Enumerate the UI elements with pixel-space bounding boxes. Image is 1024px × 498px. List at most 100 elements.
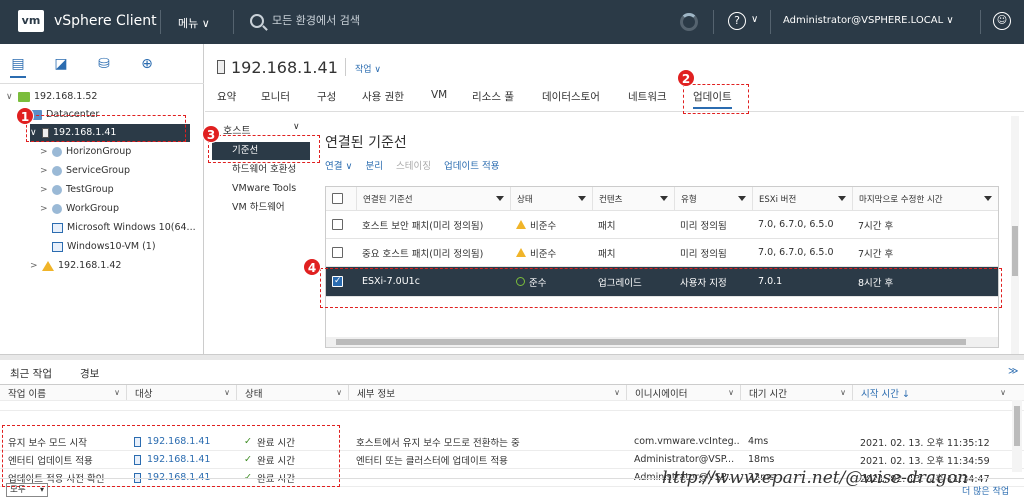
collapse-icon[interactable]: ≫ <box>1008 366 1018 377</box>
column-header[interactable]: 시작 시간 ↓ ∨ <box>852 385 1012 400</box>
column-header[interactable]: 유형 <box>674 187 752 210</box>
detach-button[interactable]: 분리 <box>366 161 383 172</box>
column-header[interactable]: 상태 <box>510 187 592 210</box>
column-header[interactable]: 작업 이름 ∨ <box>0 385 126 400</box>
filter-icon[interactable] <box>578 196 586 201</box>
tree-item-label: Windows10-VM (1) <box>67 241 156 252</box>
chevron-down-icon[interactable]: ∨ <box>224 388 230 397</box>
chevron-down-icon[interactable]: ∨ <box>840 388 846 397</box>
tree-item-label: 192.168.1.42 <box>58 260 122 271</box>
chevron-down-icon[interactable]: ∨ <box>336 388 342 397</box>
chevron-down-icon[interactable]: ∨ <box>751 14 758 25</box>
scroll-thumb[interactable] <box>1014 406 1020 446</box>
tab-vms[interactable]: VM <box>431 89 447 101</box>
hosts-clusters-icon[interactable]: ▤ <box>10 56 26 78</box>
vertical-scrollbar[interactable] <box>1011 116 1019 354</box>
resource-pool-icon <box>52 184 62 195</box>
scroll-thumb[interactable] <box>1012 226 1018 276</box>
vm-icon <box>52 222 63 233</box>
esxi-version-cell: 7.0, 6.7.0, 6.5.0 <box>758 247 834 258</box>
actions-menu[interactable]: 작업 ∨ <box>355 62 381 75</box>
user-menu[interactable]: Administrator@VSPHERE.LOCAL ∨ <box>783 15 954 26</box>
column-header[interactable]: 세부 정보 ∨ <box>348 385 626 400</box>
storage-icon[interactable]: ⛁ <box>96 56 112 72</box>
column-header[interactable]: ESXi 버전 <box>752 187 852 210</box>
table-header: 연결된 기준선 상태 컨텐츠 유형 ESXi 버전 마지막으로 수정한 시간 <box>326 187 998 211</box>
filter-icon[interactable] <box>838 196 846 201</box>
select-all-checkbox[interactable] <box>332 193 343 204</box>
vm-logo[interactable]: vm <box>18 10 44 32</box>
vertical-scrollbar[interactable] <box>1012 400 1022 472</box>
tree-item-resource-pool[interactable]: > WorkGroup <box>40 200 119 218</box>
column-header[interactable]: 마지막으로 수정한 시간 <box>852 187 998 210</box>
chevron-down-icon[interactable]: ∨ <box>1000 388 1006 397</box>
column-label: 작업 이름 <box>8 388 46 400</box>
tree-item-resource-pool[interactable]: > ServiceGroup <box>40 162 130 180</box>
chevron-down-icon[interactable]: ∨ <box>614 388 620 397</box>
scroll-thumb[interactable] <box>336 339 966 345</box>
chevron-down-icon[interactable]: ∨ <box>293 122 300 132</box>
stage-button[interactable]: 스테이징 <box>396 161 431 172</box>
object-title: 192.168.1.41 <box>217 58 338 77</box>
tab-summary[interactable]: 요약 <box>217 89 236 104</box>
sidenav-item-hardware-compat[interactable]: 하드웨어 호환성 <box>212 161 310 179</box>
chevron-down-icon[interactable]: ∨ <box>6 88 18 106</box>
tree-item-resource-pool[interactable]: > HorizonGroup <box>40 143 131 161</box>
task-filter-select[interactable]: 모두 <box>6 483 48 497</box>
table-row[interactable]: 호스트 보안 패치(미리 정의됨) 비준수 패치 미리 정의됨 7.0, 6.7… <box>326 211 998 239</box>
row-checkbox[interactable] <box>332 247 343 258</box>
tree-item-vm[interactable]: Microsoft Windows 10(64... <box>40 219 196 237</box>
chevron-right-icon[interactable]: > <box>40 181 52 199</box>
callout-box-2 <box>683 84 749 114</box>
vcenter-icon <box>18 91 30 102</box>
divider <box>770 10 771 34</box>
chevron-right-icon[interactable]: > <box>40 162 52 180</box>
menu-button[interactable]: 메뉴 ∨ <box>178 15 210 31</box>
app-title[interactable]: vSphere Client <box>54 13 157 29</box>
vms-templates-icon[interactable]: ◪ <box>53 56 69 72</box>
chevron-right-icon[interactable]: > <box>40 143 52 161</box>
filter-icon[interactable] <box>984 196 992 201</box>
column-header[interactable]: 컨텐츠 <box>592 187 674 210</box>
networking-icon[interactable]: ⊕ <box>139 56 155 72</box>
horizontal-scrollbar[interactable] <box>326 337 998 347</box>
status-cell: 비준수 <box>510 239 592 266</box>
filter-icon[interactable] <box>738 196 746 201</box>
global-search[interactable]: 모든 환경에서 검색 <box>250 12 360 28</box>
feedback-smiley-icon[interactable]: ☺ <box>993 12 1011 30</box>
column-header[interactable]: 연결된 기준선 <box>356 187 510 210</box>
tab-datastores[interactable]: 데이터스토어 <box>542 89 600 104</box>
column-header[interactable]: 대상 ∨ <box>126 385 236 400</box>
chevron-down-icon[interactable]: ∨ <box>114 388 120 397</box>
sidenav-item-vm-hardware[interactable]: VM 하드웨어 <box>212 199 310 217</box>
tab-permissions[interactable]: 사용 권한 <box>362 89 404 104</box>
column-header[interactable]: 상태 ∨ <box>236 385 348 400</box>
filter-icon[interactable] <box>496 196 504 201</box>
more-tasks-link[interactable]: 더 많은 작업 <box>962 484 1009 497</box>
tree-item-resource-pool[interactable]: > TestGroup <box>40 181 114 199</box>
chevron-right-icon[interactable]: > <box>30 257 42 275</box>
remediate-button[interactable]: 업데이트 적용 <box>444 161 499 172</box>
column-header[interactable]: 이니시에이터 ∨ <box>626 385 740 400</box>
chevron-down-icon[interactable]: ∨ <box>728 388 734 397</box>
loading-spinner-icon <box>680 13 698 31</box>
tab-networks[interactable]: 네트워크 <box>628 89 667 104</box>
row-checkbox[interactable] <box>332 219 343 230</box>
tree-item-host[interactable]: >192.168.1.42 <box>30 257 121 275</box>
chevron-right-icon[interactable]: > <box>40 200 52 218</box>
sidenav-item-vmware-tools[interactable]: VMware Tools <box>212 180 310 198</box>
column-header[interactable]: 대기 시간 ∨ <box>740 385 852 400</box>
divider <box>713 10 714 34</box>
baselines-panel: 연결된 기준선 연결 ∨ 분리 스테이징 업데이트 적용 연결된 기준선 상태 … <box>303 114 1013 354</box>
help-icon[interactable]: ? <box>728 12 746 30</box>
tab-alarms[interactable]: 경보 <box>80 366 99 381</box>
tab-configure[interactable]: 구성 <box>317 89 336 104</box>
attach-button[interactable]: 연결 ∨ <box>325 161 352 172</box>
filter-icon[interactable] <box>660 196 668 201</box>
tree-item-vm[interactable]: Windows10-VM (1) <box>40 238 156 256</box>
tab-monitor[interactable]: 모니터 <box>261 89 290 104</box>
tab-resource-pools[interactable]: 리소스 풀 <box>472 89 514 104</box>
table-row[interactable]: 중요 호스트 패치(미리 정의됨) 비준수 패치 미리 정의됨 7.0, 6.7… <box>326 239 998 267</box>
tab-recent-tasks[interactable]: 최근 작업 <box>10 366 52 386</box>
tree-item-vcenter[interactable]: ∨ 192.168.1.52 <box>6 88 97 106</box>
